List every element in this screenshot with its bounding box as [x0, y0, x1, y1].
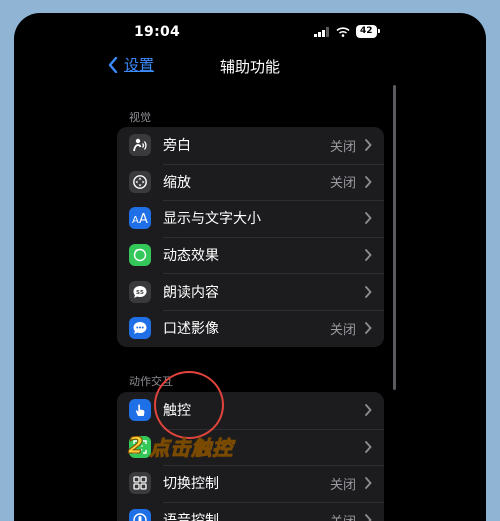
page-title: 辅助功能	[219, 58, 280, 76]
status-time: 19:04	[134, 24, 181, 40]
row-value: 关闭	[329, 322, 356, 338]
row-voice-control[interactable]: 语音控制 关闭	[117, 501, 384, 521]
scrollbar[interactable]	[393, 85, 396, 390]
cellular-signal-icon	[314, 26, 329, 37]
row-value: 关闭	[329, 477, 356, 493]
row-label: 口述影像	[163, 321, 219, 338]
row-spoken-content[interactable]: S5 朗读内容	[117, 273, 384, 310]
chevron-right-icon	[364, 212, 372, 225]
phone-screen: 19:04 42 设置 辅助功能 视觉 旁白 关闭 缩放 关闭 A A 显示与文…	[14, 13, 486, 521]
svg-text:A: A	[132, 215, 139, 225]
row-value: 关闭	[330, 511, 356, 521]
row-value: 关闭	[329, 176, 356, 192]
highlight-circle	[154, 371, 224, 439]
row-label: 朗读内容	[163, 284, 219, 301]
audio-description-icon	[129, 317, 151, 340]
touch-icon	[129, 399, 151, 422]
switch-control-icon	[129, 472, 151, 495]
row-label: 切换控制	[163, 476, 219, 493]
row-zoom[interactable]: 缩放 关闭	[117, 163, 384, 201]
section-header-vision: 视觉	[129, 111, 151, 124]
step-number: 2	[127, 433, 144, 459]
zoom-icon	[129, 170, 151, 193]
battery-icon: 42	[356, 25, 380, 38]
chevron-right-icon	[364, 139, 372, 152]
chevron-right-icon	[364, 477, 372, 490]
status-icons: 42	[314, 25, 380, 38]
row-value: 关闭	[329, 139, 356, 155]
row-label: 显示与文字大小	[163, 211, 261, 228]
voice-control-icon	[129, 509, 151, 521]
wifi-icon	[336, 26, 350, 37]
chevron-right-icon	[364, 285, 372, 298]
step-instruction: 点击触控	[149, 435, 234, 460]
voiceover-icon	[129, 134, 151, 157]
chevron-right-icon	[364, 249, 372, 261]
svg-text:A: A	[139, 212, 148, 225]
step-annotation: 2 点击触控	[127, 433, 234, 460]
row-voiceover[interactable]: 旁白 关闭	[117, 127, 384, 164]
chevron-right-icon	[364, 514, 372, 521]
chevron-right-icon	[364, 175, 372, 188]
chevron-right-icon	[364, 440, 372, 453]
row-switch-control[interactable]: 切换控制 关闭	[117, 465, 384, 502]
row-label: 语音控制	[163, 510, 330, 521]
text-size-icon: A A	[129, 207, 151, 230]
status-bar: 19:04 42	[14, 13, 486, 51]
row-label: 旁白	[163, 138, 191, 155]
chevron-right-icon	[364, 404, 372, 417]
row-motion[interactable]: 动态效果	[117, 236, 384, 274]
spoken-content-icon: S5	[129, 280, 151, 303]
motion-icon	[129, 244, 151, 267]
row-audio-descriptions[interactable]: 口述影像 关闭	[117, 309, 384, 347]
row-display-text-size[interactable]: A A 显示与文字大小	[117, 200, 384, 237]
svg-text:S5: S5	[136, 290, 144, 296]
nav-bar: 设置 辅助功能	[14, 51, 486, 87]
row-label: 缩放	[163, 174, 191, 191]
settings-group-vision: 旁白 关闭 缩放 关闭 A A 显示与文字大小 动态效果 S5 朗读内容 口述影…	[117, 127, 384, 347]
row-label: 动态效果	[163, 248, 219, 265]
chevron-right-icon	[364, 322, 372, 335]
